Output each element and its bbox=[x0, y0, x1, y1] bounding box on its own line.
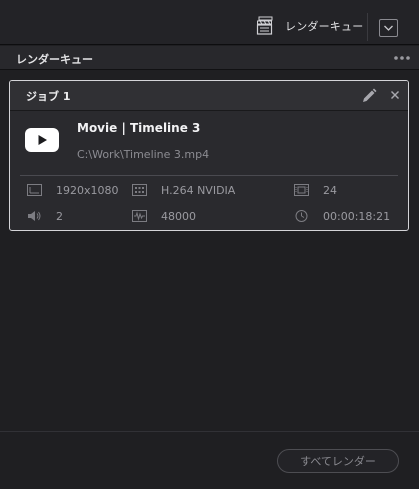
top-toolbar: レンダーキュー bbox=[0, 0, 419, 45]
dropdown-button[interactable] bbox=[379, 19, 398, 37]
sample-rate-value: 48000 bbox=[161, 209, 196, 223]
job-output-path: C:\Work\Timeline 3.mp4 bbox=[77, 148, 210, 161]
toolbar-divider bbox=[367, 13, 368, 41]
stat-duration: 00:00:18:21 bbox=[294, 208, 390, 224]
stat-resolution: 1920x1080 bbox=[27, 182, 119, 198]
stat-frame-rate: 24 bbox=[294, 182, 337, 198]
stat-codec: H.264 NVIDIA bbox=[132, 182, 235, 198]
job-title: ジョブ 1 bbox=[26, 90, 71, 103]
render-all-button[interactable]: すべてレンダー bbox=[277, 449, 399, 473]
chevron-down-icon bbox=[384, 25, 393, 31]
close-icon[interactable] bbox=[388, 88, 402, 102]
divider bbox=[20, 175, 398, 176]
resolution-icon bbox=[27, 184, 42, 196]
duration-value: 00:00:18:21 bbox=[323, 209, 391, 223]
waveform-icon bbox=[132, 210, 147, 222]
job-header: ジョブ 1 bbox=[10, 81, 408, 111]
film-strip-icon bbox=[294, 184, 309, 196]
stat-sample-rate: 48000 bbox=[132, 208, 196, 224]
clapperboard-stack-icon bbox=[256, 16, 273, 35]
audio-channels-value: 2 bbox=[56, 209, 63, 223]
resolution-value: 1920x1080 bbox=[56, 183, 119, 197]
render-job-card[interactable]: ジョブ 1 Movie | Timeline 3 C:\Work\Timelin… bbox=[9, 80, 409, 231]
pencil-icon[interactable] bbox=[361, 88, 377, 104]
footer-divider bbox=[0, 431, 419, 432]
render-queue-label: レンダーキュー bbox=[285, 20, 364, 33]
panel-header: レンダーキュー bbox=[0, 46, 419, 70]
frame-rate-value: 24 bbox=[323, 183, 337, 197]
codec-value: H.264 NVIDIA bbox=[161, 183, 236, 197]
codec-icon bbox=[132, 184, 147, 196]
more-dots-icon[interactable] bbox=[392, 50, 412, 66]
panel-title: レンダーキュー bbox=[16, 53, 93, 66]
clock-icon bbox=[295, 210, 308, 222]
stat-audio-channels: 2 bbox=[27, 208, 63, 224]
youtube-icon bbox=[25, 128, 59, 152]
job-name: Movie | Timeline 3 bbox=[77, 121, 201, 135]
render-queue-toggle[interactable]: レンダーキュー bbox=[255, 14, 363, 38]
speaker-icon bbox=[28, 211, 41, 221]
